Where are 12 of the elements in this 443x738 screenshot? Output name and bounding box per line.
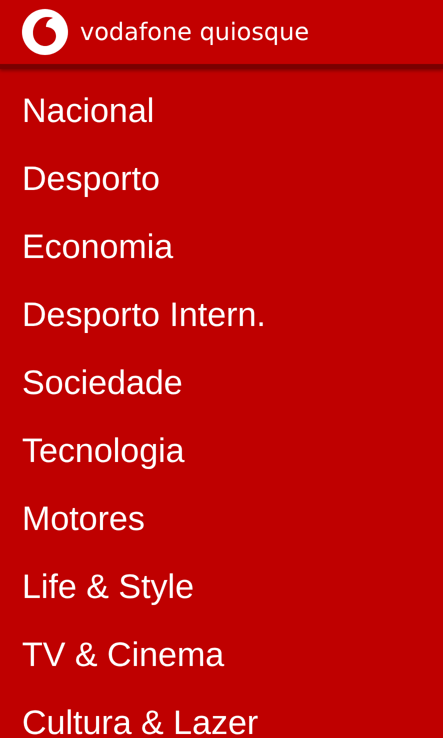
category-item[interactable]: Nacional <box>0 77 443 145</box>
category-item[interactable]: Motores <box>0 485 443 553</box>
logo-icon <box>22 9 68 55</box>
category-item[interactable]: Life & Style <box>0 553 443 621</box>
category-item[interactable]: Economia <box>0 213 443 281</box>
app-title: vodafone quiosque <box>80 18 310 46</box>
category-item[interactable]: Sociedade <box>0 349 443 417</box>
category-item[interactable]: Cultura & Lazer <box>0 689 443 738</box>
category-item[interactable]: Tecnologia <box>0 417 443 485</box>
category-item[interactable]: Desporto Intern. <box>0 281 443 349</box>
category-item[interactable]: TV & Cinema <box>0 621 443 689</box>
category-item[interactable]: Desporto <box>0 145 443 213</box>
